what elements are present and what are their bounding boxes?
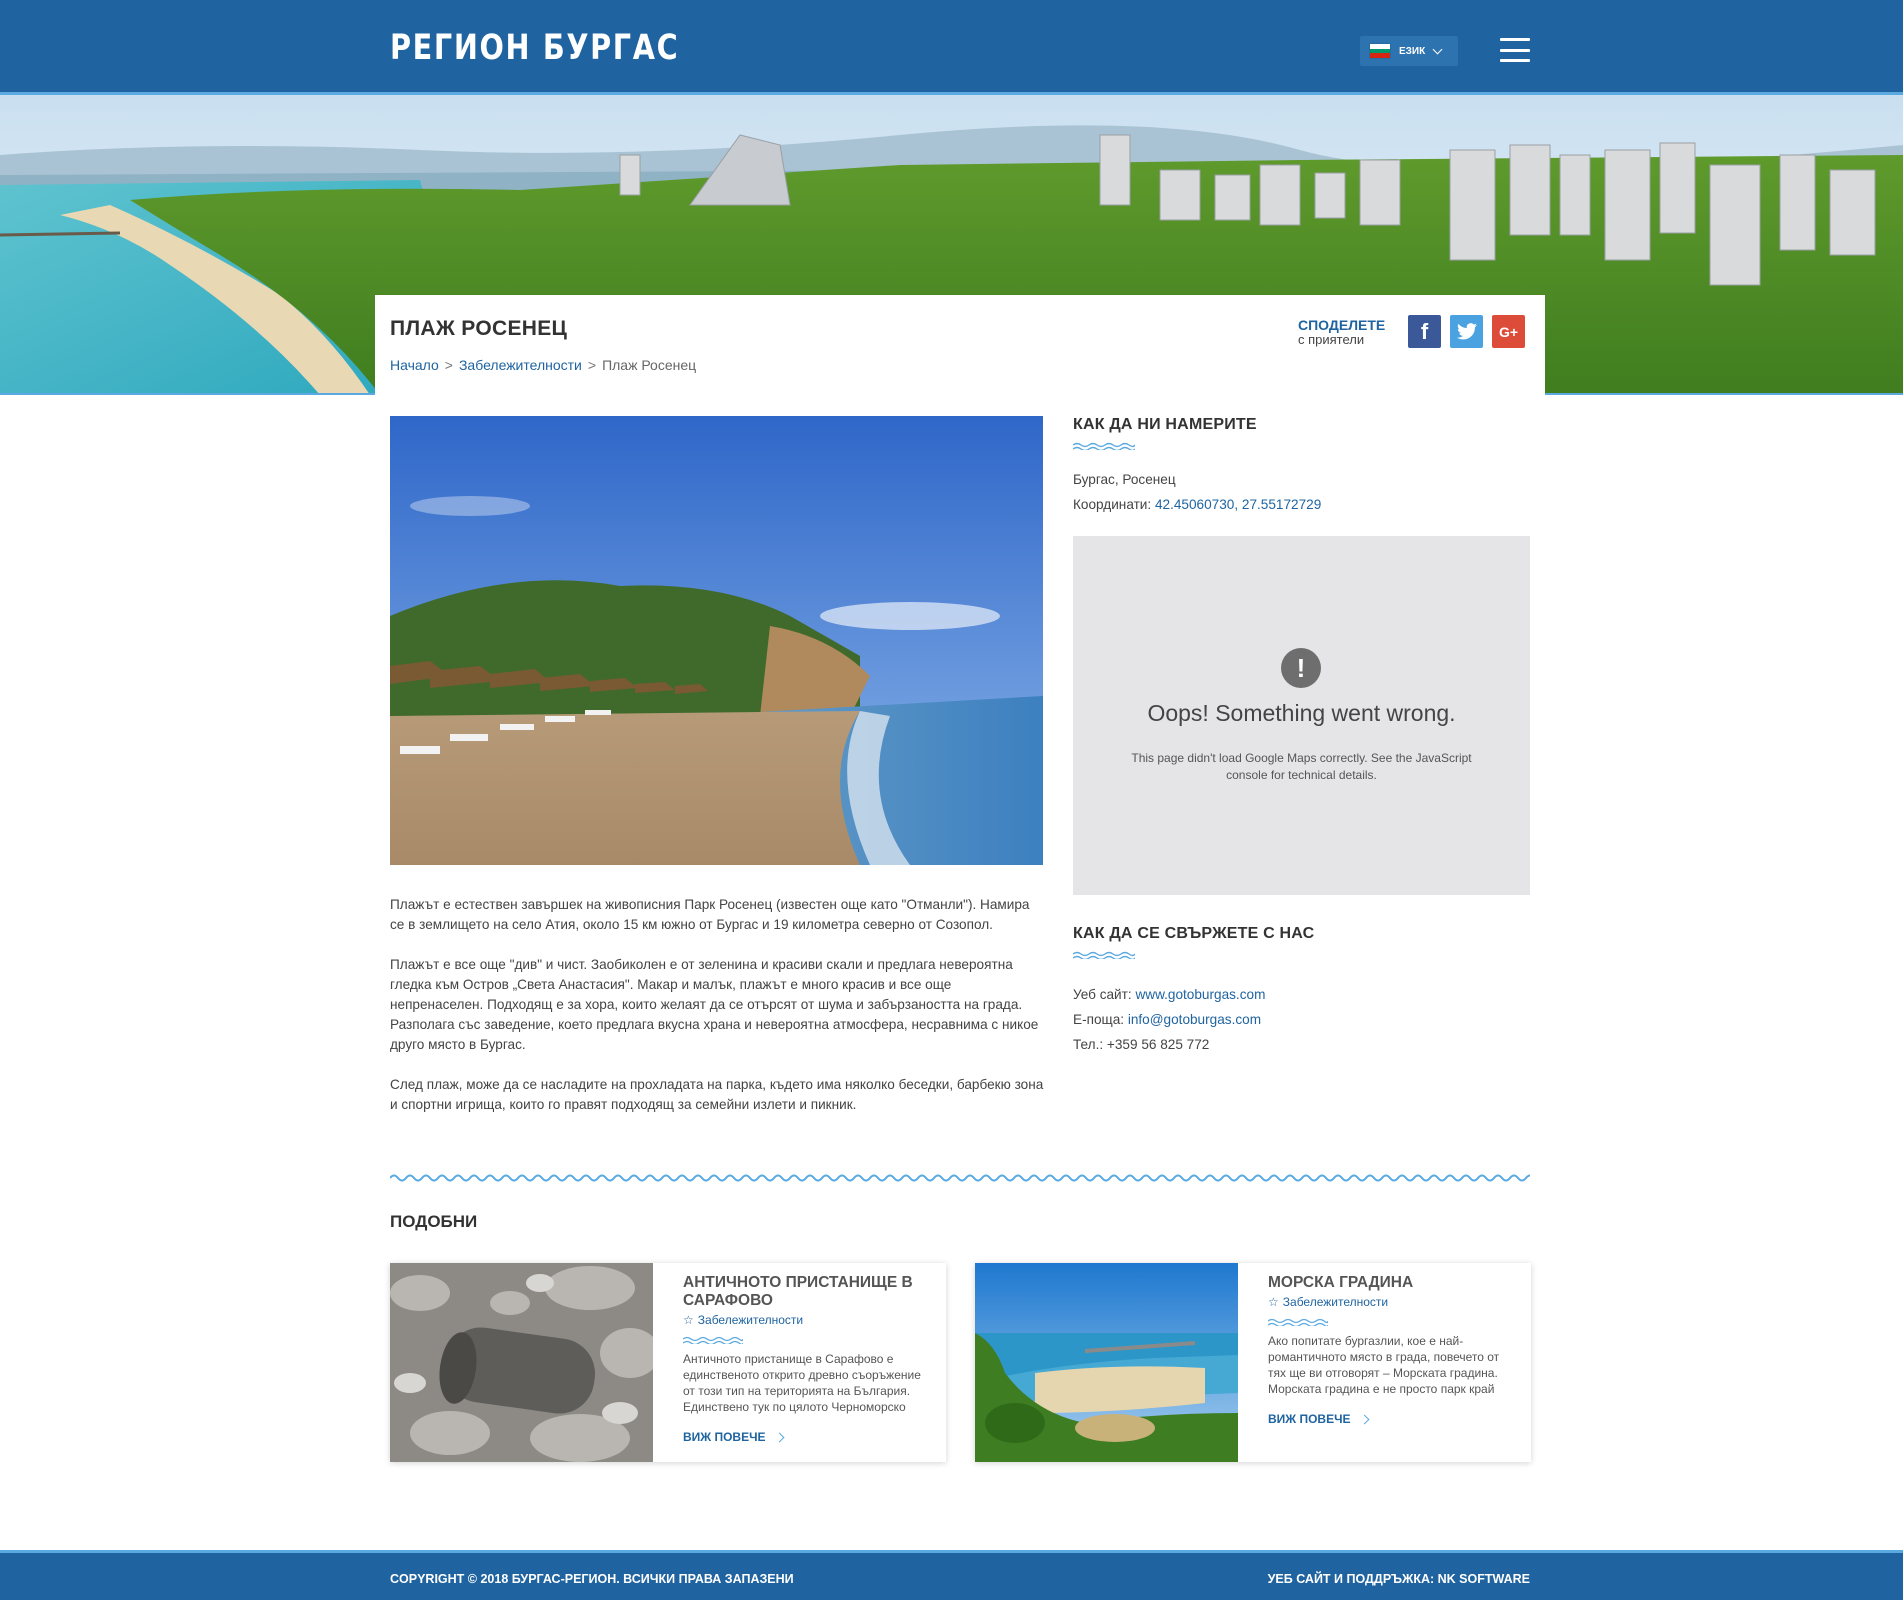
coordinates: Координати: 42.45060730, 27.55172729 (1073, 492, 1321, 517)
phone-row: Тел.: +359 56 825 772 (1073, 1032, 1265, 1057)
card-category-label: Забележителности (697, 1313, 804, 1327)
card-excerpt: Античното пристанище в Сарафово е единст… (683, 1352, 921, 1414)
page-title: ПЛАЖ РОСЕНЕЦ (390, 317, 568, 340)
description: Плажът е естествен завършек на живописни… (390, 895, 1045, 1135)
breadcrumb-separator: > (587, 357, 597, 373)
beach-photo (390, 416, 1043, 865)
read-more-label: ВИЖ ПОВЕЧЕ (1268, 1412, 1351, 1426)
warning-icon: ! (1281, 648, 1321, 688)
bulgarian-flag-icon (1370, 44, 1390, 59)
card-category: ☆ Забележителности (683, 1313, 803, 1327)
copyright-text: COPYRIGHT © 2018 БУРГАС-РЕГИОН. ВСИЧКИ П… (390, 1572, 794, 1586)
chevron-right-icon (774, 1432, 784, 1442)
read-more-link[interactable]: ВИЖ ПОВЕЧЕ (1268, 1412, 1369, 1426)
phone-label: Тел.: (1073, 1037, 1104, 1052)
card-excerpt: Ако попитате бургазлии, кое е най-романт… (1268, 1334, 1500, 1396)
breadcrumb-current: Плаж Росенец (602, 357, 697, 373)
page-title-box: ПЛАЖ РОСЕНЕЦ Начало > Забележителности > Пла… (375, 295, 1545, 395)
card-category: ☆ Забележителности (1268, 1295, 1388, 1309)
website-link[interactable]: www.gotoburgas.com (1135, 987, 1265, 1002)
find-us-info: Бургас, Росенец Координати: 42.45060730,… (1073, 467, 1321, 517)
address: Бургас, Росенец (1073, 472, 1176, 487)
email-label: Е-поща: (1073, 1012, 1125, 1027)
language-label: ЕЗИК (1399, 45, 1426, 57)
similar-heading: ПОДОБНИ (390, 1212, 478, 1231)
breadcrumb: Начало > Забележителности > Плаж Росенец (390, 357, 696, 373)
breadcrumb-home-link[interactable]: Начало (390, 357, 439, 373)
google-plus-icon[interactable]: G+ (1492, 315, 1525, 348)
website-row: Уеб сайт: www.gotoburgas.com (1073, 982, 1265, 1007)
card-title[interactable]: МОРСКА ГРАДИНА (1268, 1274, 1508, 1292)
wave-divider (683, 1336, 743, 1344)
wave-divider (1073, 442, 1135, 450)
site-header: РЕГИОН БУРГАС ЕЗИК (0, 0, 1903, 95)
email-link[interactable]: info@gotoburgas.com (1128, 1012, 1261, 1027)
twitter-icon[interactable] (1450, 315, 1483, 348)
description-paragraph: Плажът е естествен завършек на живописни… (390, 897, 1030, 932)
chevron-right-icon (1359, 1414, 1369, 1424)
section-wave-divider (390, 1174, 1530, 1182)
facebook-icon[interactable]: f (1408, 315, 1441, 348)
read-more-link[interactable]: ВИЖ ПОВЕЧЕ (683, 1430, 784, 1444)
breadcrumb-attractions-link[interactable]: Забележителности (459, 357, 582, 373)
developer-credit[interactable]: УЕБ САЙТ И ПОДДРЪЖКА: NK SOFTWARE (1268, 1572, 1530, 1586)
similar-card[interactable]: АНТИЧНОТО ПРИСТАНИЩЕ В САРАФОВО ☆ Забележ… (390, 1263, 946, 1462)
map-error-title: Oops! Something went wrong. (1147, 700, 1456, 726)
breadcrumb-separator: > (444, 357, 453, 373)
wave-divider (1268, 1318, 1328, 1326)
google-map[interactable]: ! Oops! Something went wrong. This page … (1073, 536, 1530, 895)
wave-divider (1073, 951, 1135, 959)
card-title[interactable]: АНТИЧНОТО ПРИСТАНИЩЕ В САРАФОВО (683, 1274, 923, 1310)
share-subtitle: с приятели (1298, 332, 1365, 347)
read-more-label: ВИЖ ПОВЕЧЕ (683, 1430, 766, 1444)
coordinates-link[interactable]: 42.45060730, 27.55172729 (1155, 497, 1321, 512)
site-logo[interactable]: РЕГИОН БУРГАС (390, 28, 679, 68)
chevron-down-icon (1432, 44, 1443, 54)
share-label: СПОДЕЛЕТЕ с приятели (1298, 317, 1385, 347)
share-title: СПОДЕЛЕТЕ (1298, 317, 1386, 333)
language-selector[interactable]: ЕЗИК (1360, 36, 1458, 66)
similar-card[interactable]: МОРСКА ГРАДИНА ☆ Забележителности Ако поп… (975, 1263, 1531, 1462)
phone-value: +359 56 825 772 (1106, 1037, 1210, 1052)
card-image-ancient-port (390, 1263, 653, 1462)
description-paragraph: След плаж, може да се насладите на прохл… (390, 1077, 1044, 1112)
website-label: Уеб сайт: (1073, 987, 1132, 1002)
star-icon: ☆ (683, 1313, 694, 1327)
coordinates-label: Координати: (1073, 497, 1152, 512)
card-image-sea-garden (975, 1263, 1238, 1462)
email-row: Е-поща: info@gotoburgas.com (1073, 1007, 1265, 1032)
star-icon: ☆ (1268, 1295, 1279, 1309)
site-footer: COPYRIGHT © 2018 БУРГАС-РЕГИОН. ВСИЧКИ П… (0, 1550, 1903, 1600)
card-category-label: Забележителности (1282, 1295, 1389, 1309)
find-us-heading: КАК ДА НИ НАМЕРИТЕ (1073, 416, 1257, 433)
contact-heading: КАК ДА СЕ СВЪРЖЕТЕ С НАС (1073, 925, 1315, 942)
description-paragraph: Плажът е все още "див" и чист. Заобиколе… (390, 957, 1039, 1052)
contact-info: Уеб сайт: www.gotoburgas.com Е-поща: inf… (1073, 982, 1265, 1057)
map-error-message: This page didn't load Google Maps correc… (1131, 751, 1472, 782)
hamburger-menu-icon[interactable] (1500, 38, 1530, 62)
